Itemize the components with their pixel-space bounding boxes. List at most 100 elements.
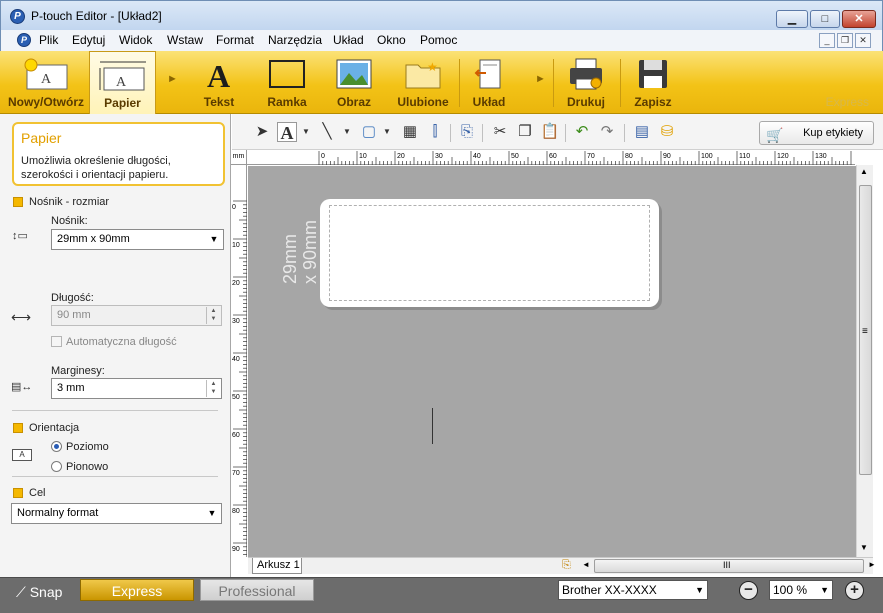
chevron-down-icon: ▼ [820,585,829,595]
landscape-radio[interactable] [51,441,62,452]
express-mode-button[interactable]: Express [80,579,194,601]
professional-mode-button[interactable]: Professional [200,579,314,601]
floppy-disk-icon [639,60,667,88]
portrait-radio[interactable] [51,461,62,472]
copy-icon[interactable]: ❐ [515,122,535,142]
mdi-restore-button[interactable]: ❐ [837,33,853,48]
horizontal-scroll-thumb[interactable]: III [594,559,864,573]
menu-help[interactable]: Pomoc [420,33,457,47]
paste-icon[interactable]: 📋 [540,122,560,142]
maximize-button[interactable]: □ [810,10,840,28]
orientation-landscape-icon: A [12,449,32,461]
line-tool-icon[interactable]: ╲ [317,122,337,142]
spin-arrows-icon[interactable]: ▲ ▼ [206,307,220,324]
ruler-label: 40 [232,356,240,363]
printer-icon [570,58,602,90]
ruler-label: 80 [625,153,633,160]
properties-icon[interactable]: ▤ [632,122,652,142]
paper-icon: A [99,61,146,91]
scroll-up-icon[interactable]: ▲ [860,167,868,176]
auto-length-label: Automatyczna długość [66,336,177,348]
text-icon: A [207,58,230,91]
buy-labels-button[interactable]: 🛒 Kup etykiety [759,121,874,145]
menu-view[interactable]: Widok [119,33,152,47]
save-button[interactable]: Zapisz [625,51,681,113]
length-field[interactable]: 90 mm ▲ ▼ [51,305,222,326]
image-icon [336,59,372,89]
printer-select[interactable]: Brother XX-XXXX ▼ [558,580,708,600]
media-select[interactable]: 29mm x 90mm ▼ [51,229,224,250]
scroll-right-icon[interactable]: ► [868,560,876,569]
cut-icon[interactable]: ✂ [490,122,510,142]
layout-canvas[interactable]: 29mm x 90mm [248,166,856,557]
menu-insert[interactable]: Wstaw [167,33,203,47]
target-select[interactable]: Normalny format ▼ [11,503,222,524]
favorites-button[interactable]: ★ Ulubione [392,51,454,113]
section-marker-icon [13,197,23,207]
menu-file[interactable]: Plik [39,33,58,47]
layout-button[interactable]: Układ [463,51,515,113]
select-pointer-icon[interactable]: ➤ [252,122,272,142]
vertical-scrollbar[interactable]: ▲ ≡ ▼ [856,165,873,557]
ruler-label: 0 [232,204,236,211]
add-sheet-icon[interactable]: ⎘ [562,559,571,572]
text-tool-icon[interactable]: A [277,122,297,143]
menu-tools[interactable]: Narzędzia [268,33,322,47]
ribbon-separator [553,59,554,107]
chevron-down-icon[interactable]: ▼ [301,122,311,142]
sheet-bar: Arkusz 1 ⎘ ◄ III ► [248,557,876,574]
database-link-icon[interactable]: ⎘ [457,122,477,142]
zoom-out-button[interactable]: − [739,581,758,600]
paper-button[interactable]: A Papier [89,51,156,114]
toolbar-separator [624,124,625,142]
ruler-label: 20 [232,280,240,287]
toolbar-separator [450,124,451,142]
landscape-label: Poziomo [66,441,109,453]
svg-text:★: ★ [427,60,438,74]
spin-arrows-icon[interactable]: ▲ ▼ [206,380,220,397]
ruler-label: 10 [232,242,240,249]
ruler-unit: mm [231,150,247,165]
ruler-label: 0 [321,153,325,160]
mdi-minimize-button[interactable]: _ [819,33,835,48]
margins-field[interactable]: 3 mm ▲ ▼ [51,378,222,399]
document-icon[interactable]: P [17,33,31,47]
minimize-button[interactable]: ▁ [776,10,808,28]
app-icon[interactable]: P [10,9,25,24]
media-width-icon: ↕▭ [12,230,28,242]
barcode-icon[interactable]: ⫿ [425,122,445,142]
ruler-label: 50 [232,394,240,401]
menu-format[interactable]: Format [216,33,254,47]
undo-icon[interactable]: ↶ [572,122,592,142]
snap-toggle[interactable]: ⟋ Snap [16,584,62,601]
menu-window[interactable]: Okno [377,33,406,47]
table-icon[interactable]: ▦ [400,122,420,142]
database-icon[interactable]: ⛁ [657,122,677,142]
chevron-down-icon[interactable]: ▼ [342,122,352,142]
ruler-label: 30 [232,318,240,325]
zoom-in-button[interactable]: + [845,581,864,600]
drawing-toolbar: ➤ A ▼ ╲ ▼ ▢ ▼ ▦ ⫿ ⎘ ✂ ❐ 📋 ↶ ↷ ▤ ⛁ 🛒 Kup e… [232,114,883,150]
sheet-tab[interactable]: Arkusz 1 [252,558,302,574]
scroll-left-icon[interactable]: ◄ [582,560,590,569]
new-open-button[interactable]: A Nowy/Otwórz [4,51,88,113]
image-button[interactable]: Obraz [326,51,382,113]
scroll-down-icon[interactable]: ▼ [860,543,868,552]
auto-length-checkbox[interactable] [51,336,62,347]
mdi-close-button[interactable]: ✕ [855,33,871,48]
text-button[interactable]: A Tekst [190,51,248,113]
menu-edit[interactable]: Edytuj [72,33,105,47]
media-label: Nośnik: [51,215,88,227]
close-button[interactable]: ✕ [842,10,876,28]
zoom-select[interactable]: 100 % ▼ [769,580,833,600]
print-button[interactable]: Drukuj [558,51,614,113]
label-paper[interactable] [320,199,659,307]
menu-layout[interactable]: Układ [333,33,364,47]
panel-description: Umożliwia określenie długości, szerokośc… [21,155,171,181]
orientation-section-heading: Orientacja [29,422,80,434]
frame-button[interactable]: Ramka [255,51,319,113]
vertical-scroll-thumb[interactable]: ≡ [859,185,872,475]
shape-tool-icon[interactable]: ▢ [359,122,379,142]
redo-icon[interactable]: ↷ [597,122,617,142]
chevron-down-icon[interactable]: ▼ [382,122,392,142]
